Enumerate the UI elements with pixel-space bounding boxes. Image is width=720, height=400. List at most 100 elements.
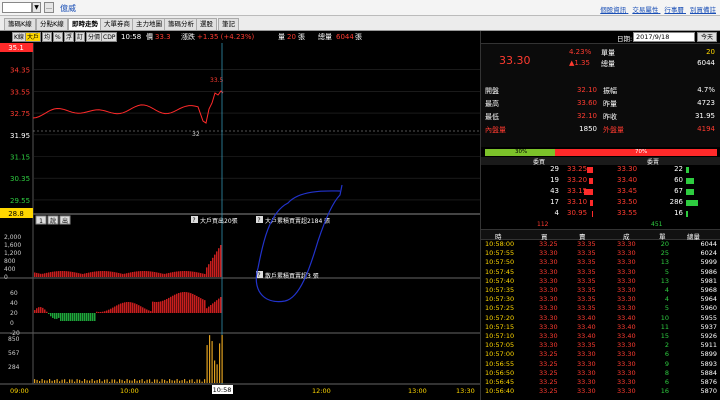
volume-bar	[141, 379, 143, 383]
price-tick: 33.55	[10, 88, 30, 96]
net-bar	[150, 311, 152, 313]
trade-row[interactable]: 10:57:25 33.30 33.35 33.30 5 5960	[481, 304, 720, 313]
trade-bid: 33.30	[539, 286, 558, 294]
bid-qty: 19	[550, 176, 559, 184]
net-bar	[122, 302, 124, 313]
tab-main-map[interactable]: 主力地圖	[132, 18, 166, 30]
trade-time: 10:57:10	[485, 332, 515, 340]
big-holder-button[interactable]: 大戶	[25, 32, 42, 42]
big-net-bar	[70, 271, 72, 277]
percent-button[interactable]: %	[53, 32, 63, 42]
stat-label: 內盤量	[485, 126, 506, 134]
trade-row[interactable]: 10:57:05 33.30 33.35 33.30 2 5911	[481, 341, 720, 350]
trade-ask: 33.35	[577, 295, 596, 304]
trade-bid: 33.30	[539, 267, 558, 276]
net-bar	[138, 305, 140, 313]
book-header: 委買 委賣	[481, 157, 720, 166]
tab-chip-analysis[interactable]: 籌碼分析	[164, 18, 198, 30]
trade-row[interactable]: 10:57:50 33.30 33.35 33.30 13 5999	[481, 258, 720, 267]
ask-price: 33.45	[617, 187, 638, 195]
volume-bar	[36, 379, 38, 383]
trade-qty: 13	[660, 276, 669, 285]
trade-row[interactable]: 10:56:50 33.25 33.30 33.30 8 5884	[481, 369, 720, 378]
order-button[interactable]: 訂	[75, 32, 86, 42]
volume-bar	[44, 380, 46, 383]
trade-ask: 33.30	[577, 359, 596, 368]
net-bar	[94, 313, 96, 321]
trade-time: 10:57:15	[485, 322, 515, 331]
volume-tick: 850	[8, 336, 20, 343]
average-button[interactable]: 均	[42, 32, 53, 42]
tab-notes[interactable]: 筆記	[218, 18, 239, 30]
trade-row[interactable]: 10:57:20 33.30 33.40 33.40 10 5955	[481, 314, 720, 323]
trade-row[interactable]: 10:57:30 33.30 33.35 33.30 4 5964	[481, 295, 720, 304]
tab-realtime[interactable]: 即時走勢	[68, 18, 102, 30]
volume-bar	[211, 341, 213, 383]
volume-bar	[134, 379, 136, 383]
trade-row[interactable]: 10:57:45 33.30 33.35 33.30 5 5986	[481, 268, 720, 277]
tab-branch-kline[interactable]: 分點K線	[36, 18, 68, 30]
net-bar	[204, 300, 206, 313]
ask-price: 33.55	[617, 209, 638, 217]
link-stock-info[interactable]: 個股資訊	[600, 6, 626, 14]
cdp-button[interactable]: CDP	[101, 32, 118, 42]
today-button[interactable]: 今天	[697, 32, 717, 42]
big-net-bar	[154, 272, 156, 277]
net-bar	[102, 311, 104, 313]
trade-qty: 6	[664, 350, 669, 359]
volume-bar	[144, 381, 146, 383]
big-net-bar	[186, 271, 188, 277]
trade-row[interactable]: 10:57:55 33.30 33.35 33.30 25 6024	[481, 249, 720, 258]
trade-row[interactable]: 10:57:40 33.30 33.35 33.30 13 5981	[481, 277, 720, 286]
search-icon[interactable]: …	[44, 2, 54, 13]
trade-row[interactable]: 10:56:45 33.25 33.30 33.30 6 5876	[481, 378, 720, 387]
trade-row[interactable]: 10:57:10 33.30 33.40 33.40 15 5926	[481, 332, 720, 341]
chevron-down-icon[interactable]: ▼	[32, 2, 41, 13]
net-bar	[162, 300, 164, 313]
kline-button[interactable]: K線	[12, 32, 26, 42]
big-net-bar	[38, 273, 40, 277]
trade-row[interactable]: 10:57:00 33.25 33.30 33.30 6 5899	[481, 350, 720, 359]
big-net-bar	[46, 272, 48, 277]
trade-row[interactable]: 10:58:00 33.25 33.35 33.30 20 6044	[481, 240, 720, 249]
ask-qty: 286	[669, 198, 683, 206]
price-dist-button[interactable]: 分價	[86, 32, 103, 42]
net-bar	[80, 313, 82, 321]
date-picker[interactable]: 2017/9/18	[633, 32, 695, 42]
big-net-bar	[80, 273, 82, 277]
big-net-bar	[202, 273, 204, 277]
float-button[interactable]: 浮	[64, 32, 75, 42]
bid-price: 33.10	[567, 198, 588, 206]
big-net-bar	[142, 271, 144, 277]
trade-row[interactable]: 10:56:55 33.25 33.30 33.30 9 5893	[481, 360, 720, 369]
ask-total: 451	[651, 221, 663, 228]
net-bar	[130, 302, 132, 313]
tab-big-broker[interactable]: 大單券商	[100, 18, 134, 30]
trade-bid: 33.25	[539, 368, 558, 377]
trade-row[interactable]: 10:57:35 33.30 33.35 33.30 4 5968	[481, 286, 720, 295]
svg-text:?: ?	[257, 272, 260, 279]
link-note[interactable]: 別買備註	[690, 6, 716, 14]
net-bar	[124, 302, 126, 313]
stat-value: 33.60	[576, 99, 597, 107]
big-net-bar	[126, 273, 128, 277]
big-net-bar	[212, 257, 214, 277]
net-bar	[134, 303, 136, 313]
net-bar	[58, 313, 60, 318]
volume-bar	[129, 380, 131, 383]
link-calendar[interactable]: 行事曆	[664, 6, 684, 14]
big-net-bar	[92, 271, 94, 277]
stock-code-input[interactable]	[2, 2, 32, 13]
tab-chip-kline[interactable]: 籌碼K線	[4, 18, 36, 30]
trade-ticks[interactable]: 10:58:00 33.25 33.35 33.30 20 6044 10:57…	[481, 240, 720, 400]
bottom-price: 28.8	[8, 210, 24, 218]
tab-screener[interactable]: 選股	[196, 18, 217, 30]
trade-row[interactable]: 10:57:15 33.30 33.40 33.40 11 5937	[481, 323, 720, 332]
link-trade-attr[interactable]: 交易屬性	[632, 6, 658, 14]
big-net-bar	[164, 273, 166, 277]
volume-bar	[124, 381, 126, 383]
volume-bar	[74, 381, 76, 383]
trade-time: 10:57:50	[485, 258, 515, 267]
trade-row[interactable]: 10:56:40 33.25 33.30 33.30 16 5870	[481, 387, 720, 396]
big-net-bar	[78, 273, 80, 277]
